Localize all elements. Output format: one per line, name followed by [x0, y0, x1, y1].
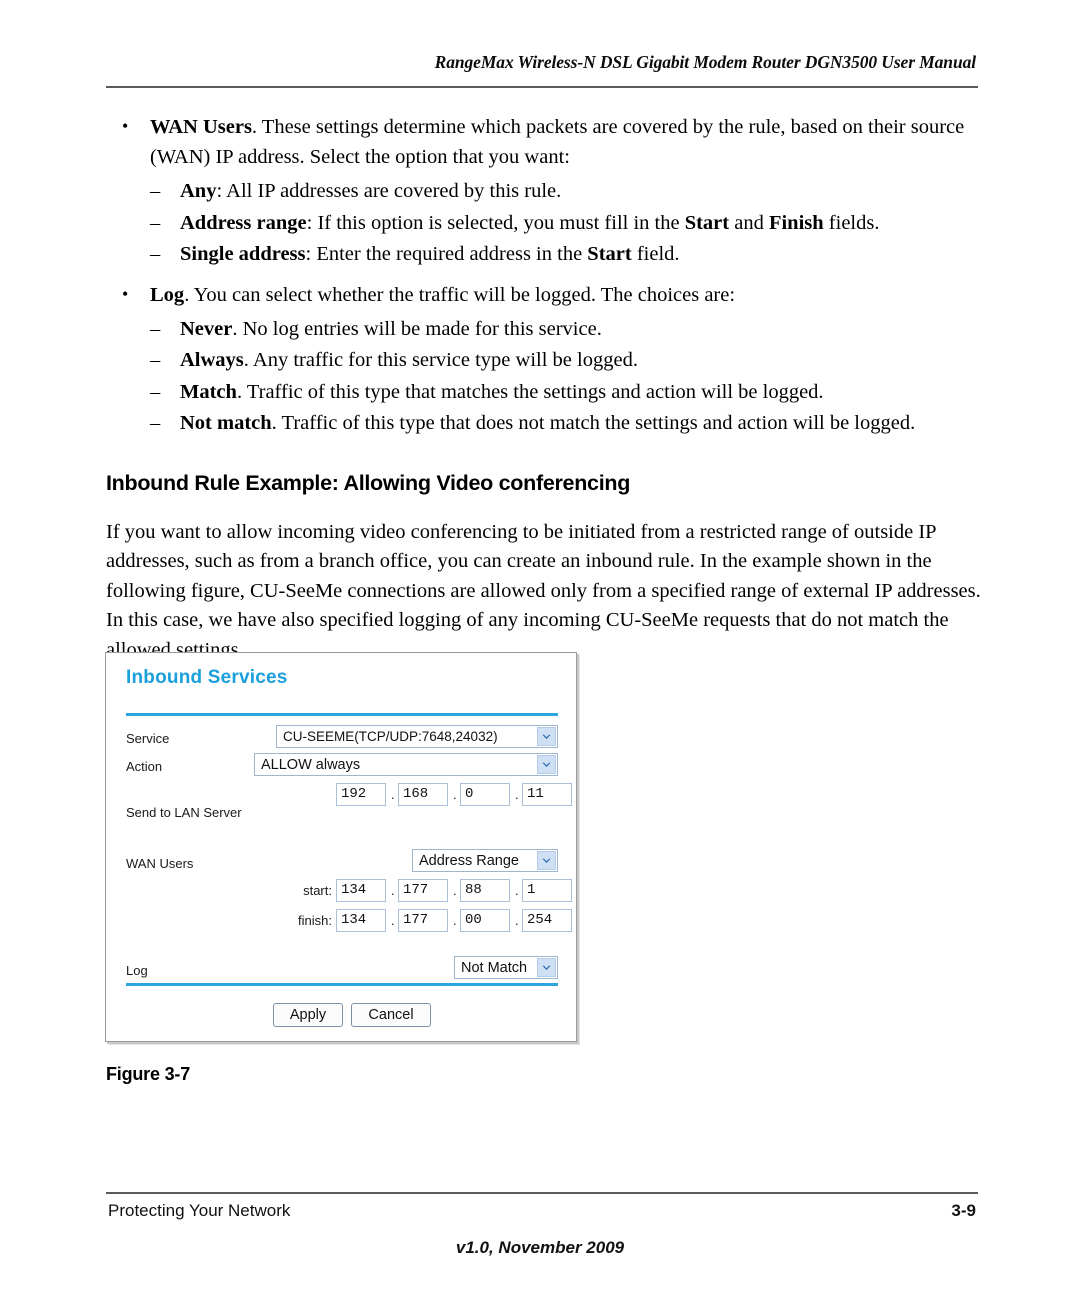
bullet-marker: • [122, 283, 129, 304]
sub-item-single-address: – Single address: Enter the required add… [106, 239, 984, 271]
log-select-value: Not Match [461, 959, 528, 976]
header-divider [106, 86, 978, 88]
inbound-services-panel: Inbound Services Service CU-SEEME(TCP/UD… [105, 652, 577, 1042]
sub-item-always: – Always. Any traffic for this service t… [106, 345, 984, 377]
sub-text-match: . Traffic of this type that matches the … [236, 380, 824, 403]
sub-text-always: . Any traffic for this service type will… [243, 349, 638, 371]
log-select[interactable]: Not Match [454, 956, 558, 979]
start-octet-4[interactable]: 1 [522, 879, 572, 902]
body-paragraph: If you want to allow incoming video conf… [106, 520, 981, 661]
bullet-item-log: • Log. You can select whether the traffi… [106, 280, 984, 310]
section-heading: Inbound Rule Example: Allowing Video con… [106, 470, 631, 495]
ip-separator: . [453, 883, 457, 898]
wan-users-select-value: Address Range [419, 852, 519, 869]
sub-lead-match: Match [180, 380, 237, 403]
dash-marker: – [150, 349, 161, 371]
lan-server-octet-2[interactable]: 168 [398, 783, 448, 806]
sub-text-any: : All IP addresses are covered by this r… [216, 180, 562, 202]
chevron-down-icon [537, 958, 556, 977]
lan-server-label: Send to LAN Server [126, 805, 242, 820]
bullet-text-wan-users: . These settings determine which packets… [150, 116, 965, 168]
service-label: Service [126, 731, 170, 746]
sub-item-match: – Match. Traffic of this type that match… [106, 377, 984, 409]
action-label: Action [126, 759, 163, 774]
sub-lead-single-address: Single address [180, 243, 306, 265]
chevron-down-icon [537, 755, 556, 774]
finish-octet-3[interactable]: 00 [460, 909, 510, 932]
chevron-down-icon [537, 727, 556, 746]
sub-item-not-match: – Not match. Traffic of this type that d… [106, 408, 984, 440]
sub-item-never: – Never. No log entries will be made for… [106, 314, 984, 346]
start-label: start: [303, 883, 332, 898]
bullet-lead-wan-users: WAN Users [150, 116, 252, 138]
sub-item-any: – Any: All IP addresses are covered by t… [106, 176, 984, 208]
footer-version: v1.0, November 2009 [455, 1238, 625, 1257]
finish-octet-1[interactable]: 134 [336, 909, 386, 932]
dash-marker: – [150, 211, 161, 234]
bullet-item-wan-users: • WAN Users. These settings determine wh… [106, 112, 984, 172]
chevron-down-icon [537, 851, 556, 870]
sub-lead-not-match: Not match [180, 412, 272, 434]
ip-separator: . [515, 913, 519, 928]
finish-octet-4[interactable]: 254 [522, 909, 572, 932]
page-content: • WAN Users. These settings determine wh… [106, 112, 984, 665]
footer-page-number: 3-9 [951, 1201, 976, 1220]
sub-text-not-match: . Traffic of this type that does not mat… [271, 412, 916, 434]
lan-server-octet-3[interactable]: 0 [460, 783, 510, 806]
lan-server-octet-4[interactable]: 11 [522, 783, 572, 806]
service-select-value: CU-SEEME(TCP/UDP:7648,24032) [283, 729, 498, 744]
ip-separator: . [453, 787, 457, 802]
ip-separator: . [515, 787, 519, 802]
apply-button[interactable]: Apply [273, 1003, 343, 1027]
action-select[interactable]: ALLOW always [254, 753, 558, 776]
sub-lead-address-range: Address range [180, 211, 307, 234]
start-octet-3[interactable]: 88 [460, 879, 510, 902]
ip-separator: . [391, 883, 395, 898]
panel-title: Inbound Services [126, 667, 288, 688]
footer-divider [106, 1192, 978, 1194]
document-page: RangeMax Wireless-N DSL Gigabit Modem Ro… [0, 0, 1080, 1296]
sub-item-address-range: – Address range: If this option is selec… [106, 208, 984, 240]
ip-separator: . [391, 787, 395, 802]
footer-chapter-title: Protecting Your Network [108, 1201, 291, 1220]
running-header: RangeMax Wireless-N DSL Gigabit Modem Ro… [434, 52, 976, 72]
ip-separator: . [453, 913, 457, 928]
cancel-button[interactable]: Cancel [351, 1003, 431, 1027]
bullet-text-log: . You can select whether the traffic wil… [184, 283, 736, 306]
panel-bottom-divider [126, 983, 558, 986]
dash-marker: – [150, 380, 161, 403]
figure-inbound-services: Inbound Services Service CU-SEEME(TCP/UD… [105, 652, 579, 1044]
sub-lead-never: Never [180, 317, 233, 340]
wan-users-select[interactable]: Address Range [412, 849, 558, 872]
start-octet-2[interactable]: 177 [398, 879, 448, 902]
sub-list-wan-users: – Any: All IP addresses are covered by t… [106, 176, 984, 271]
ip-separator: . [391, 913, 395, 928]
action-select-value: ALLOW always [261, 756, 361, 773]
dash-marker: – [150, 412, 161, 434]
sub-text-never: . No log entries will be made for this s… [232, 317, 602, 340]
sub-list-log: – Never. No log entries will be made for… [106, 314, 984, 440]
wan-users-label: WAN Users [126, 856, 194, 871]
finish-octet-2[interactable]: 177 [398, 909, 448, 932]
dash-marker: – [150, 317, 161, 340]
log-label: Log [126, 963, 148, 978]
bullet-list: • WAN Users. These settings determine wh… [106, 112, 984, 440]
panel-top-divider [126, 713, 558, 716]
start-octet-1[interactable]: 134 [336, 879, 386, 902]
finish-label: finish: [298, 913, 332, 928]
sub-text-single-address: : Enter the required address in the Star… [305, 243, 680, 265]
service-select[interactable]: CU-SEEME(TCP/UDP:7648,24032) [276, 725, 558, 748]
dash-marker: – [150, 180, 161, 202]
dash-marker: – [150, 243, 161, 265]
lan-server-octet-1[interactable]: 192 [336, 783, 386, 806]
sub-lead-always: Always [180, 349, 244, 371]
sub-lead-any: Any [180, 180, 217, 202]
bullet-lead-log: Log [150, 283, 185, 306]
figure-caption: Figure 3-7 [106, 1064, 191, 1084]
ip-separator: . [515, 883, 519, 898]
sub-text-address-range: : If this option is selected, you must f… [306, 211, 880, 234]
bullet-marker: • [122, 116, 129, 136]
